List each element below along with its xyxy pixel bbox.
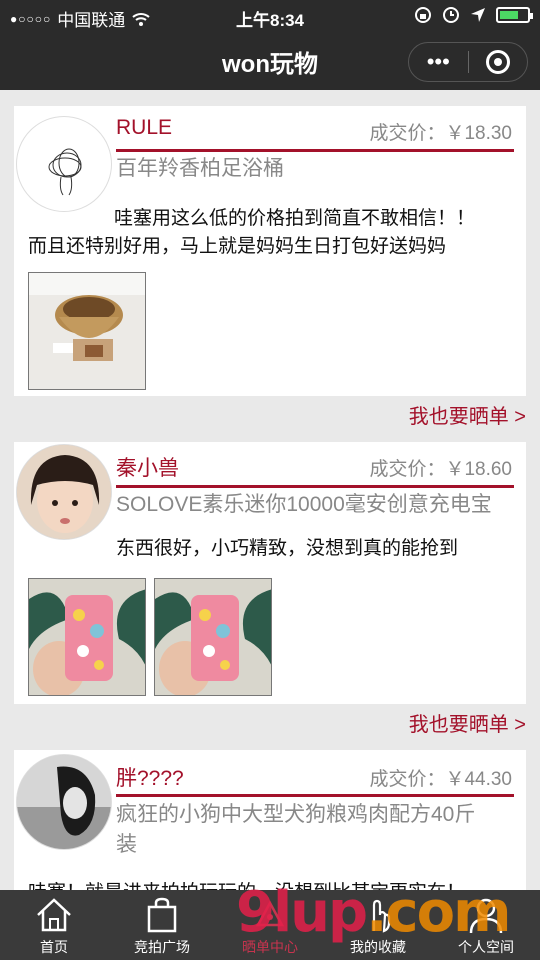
deal-price: 成交价：￥18.60	[369, 459, 512, 480]
post-card: RULE 成交价：￥18.30 百年羚香柏足浴桶 哇塞用这么低的价格拍到简直不敢…	[14, 106, 526, 396]
user-icon	[469, 898, 503, 934]
status-right	[414, 6, 533, 24]
tab-label: 首页	[40, 939, 68, 955]
tab-my-favorites[interactable]: 我的收藏	[324, 890, 432, 960]
power-bank-photo	[29, 579, 145, 695]
post-photo[interactable]	[154, 578, 272, 696]
title-divider	[116, 794, 514, 797]
deal-price: 成交价：￥18.30	[369, 123, 512, 144]
deal-price: 成交价：￥44.30	[369, 769, 512, 790]
comment-line: 东西很好，小巧精致，没想到真的能抢到	[116, 538, 459, 559]
hand-icon	[372, 899, 391, 933]
power-bank-photo	[155, 579, 271, 695]
bag-icon	[147, 897, 177, 933]
target-icon	[485, 50, 510, 74]
mini-program-capsule: •••	[408, 42, 528, 82]
more-dots-icon: •••	[426, 49, 450, 74]
rotation-lock-icon	[415, 7, 431, 23]
share-order-link[interactable]: 我也要晒单 >	[409, 400, 526, 429]
product-name-continued[interactable]: 装	[116, 830, 522, 860]
title-bar: won玩物 •••	[0, 32, 540, 90]
tab-label: 晒单中心	[242, 939, 298, 955]
avatar[interactable]	[16, 444, 112, 540]
share-icon	[255, 900, 285, 927]
tab-bar: 首页 竞拍广场 晒单中心 我的收藏 个人空间	[0, 890, 540, 960]
comment-line: 哇塞用这么低的价格拍到简直不敢相信！！	[114, 208, 476, 229]
title-divider	[116, 149, 514, 152]
home-icon	[37, 898, 71, 932]
alarm-icon	[443, 7, 459, 23]
woman-avatar-image	[17, 755, 111, 849]
child-avatar-image	[17, 445, 111, 539]
foot-bath-photo	[29, 273, 145, 389]
avatar[interactable]	[16, 754, 112, 850]
scribble-avatar-image	[48, 148, 82, 196]
close-button[interactable]	[469, 43, 528, 81]
tab-label: 我的收藏	[350, 939, 406, 955]
product-name[interactable]: 疯狂的小狗中大型犬狗粮鸡肉配方40斤	[116, 800, 522, 830]
tab-auction-square[interactable]: 竞拍广场	[108, 890, 216, 960]
comment-line: 而且还特别好用，马上就是妈妈生日打包好送妈妈	[28, 236, 447, 257]
post-card: 胖???? 成交价：￥44.30 疯狂的小狗中大型犬狗粮鸡肉配方40斤 装 哇塞…	[14, 750, 526, 890]
tab-label: 个人空间	[458, 939, 514, 955]
tab-share-center[interactable]: 晒单中心	[216, 890, 324, 960]
username: 胖????	[116, 767, 184, 790]
more-button[interactable]: •••	[409, 43, 468, 81]
username: 秦小兽	[116, 457, 179, 480]
title-divider	[116, 485, 514, 488]
post-feed[interactable]: RULE 成交价：￥18.30 百年羚香柏足浴桶 哇塞用这么低的价格拍到简直不敢…	[0, 90, 540, 890]
tab-personal-space[interactable]: 个人空间	[432, 890, 540, 960]
product-name[interactable]: 百年羚香柏足浴桶	[116, 154, 522, 184]
post-card: 秦小兽 成交价：￥18.60 SOLOVE素乐迷你10000毫安创意充电宝 东西…	[14, 442, 526, 704]
share-order-link[interactable]: 我也要晒单 >	[409, 708, 526, 737]
post-photo[interactable]	[28, 578, 146, 696]
avatar[interactable]	[16, 116, 112, 212]
username: RULE	[116, 116, 173, 139]
post-photo[interactable]	[28, 272, 146, 390]
location-icon	[471, 8, 485, 22]
status-bar: ●○○○○ 中国联通 上午8:34	[0, 0, 540, 32]
tab-home[interactable]: 首页	[0, 890, 108, 960]
tab-label: 竞拍广场	[134, 939, 190, 955]
battery-icon	[496, 7, 533, 23]
product-name[interactable]: SOLOVE素乐迷你10000毫安创意充电宝	[116, 490, 522, 520]
comment-line: 哇塞！就是进来拍拍玩玩的，没想到比某宝更实在！	[28, 878, 465, 890]
